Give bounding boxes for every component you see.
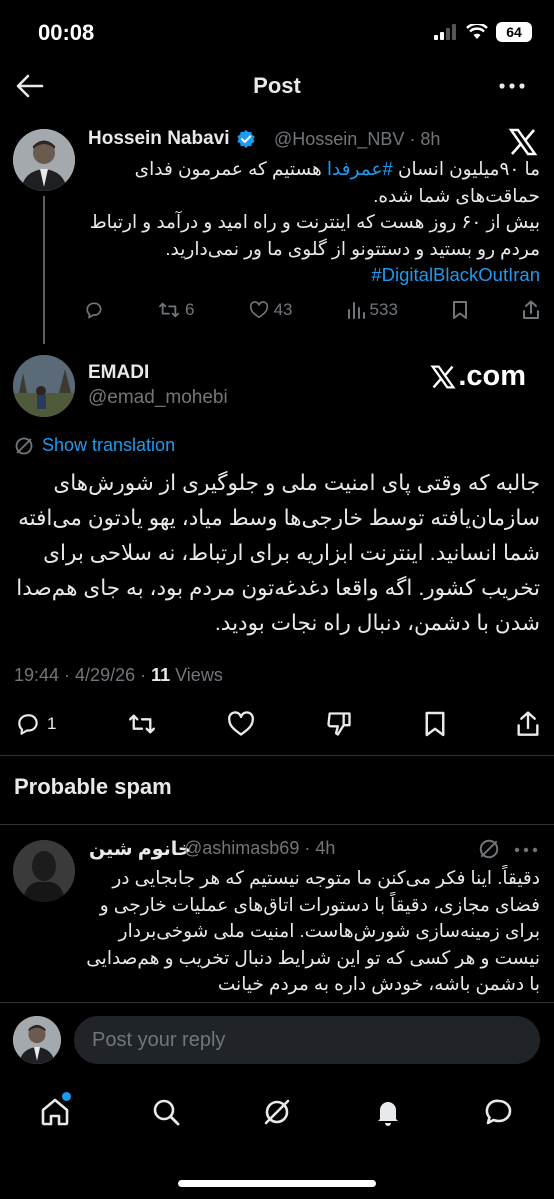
main-like-button[interactable] [227,711,255,737]
main-reply-button[interactable]: 1 [14,711,56,737]
main-tweet-meta: 19:44 · 4/29/26 · 11 Views [14,665,223,686]
parent-view-count: 533 [369,300,398,319]
retweet-icon [159,302,180,318]
main-bookmark-button[interactable] [424,710,446,738]
main-views-label: Views [170,665,223,685]
nav-messages[interactable] [471,1084,527,1140]
main-avatar[interactable] [13,355,75,417]
thread-line [43,196,45,344]
parent-bookmark-button[interactable] [452,300,468,320]
parent-text-line2: بیش از ۶۰ روز هست که اینترنت و راه امید … [89,211,540,259]
person-photo-icon [13,1016,61,1064]
hashtag-link[interactable]: #عمرفدا [327,158,398,179]
spam-reply-text: دقیقاً. اینا فکر می‌کنن ما متوجه نیستیم … [86,867,540,994]
like-icon [249,301,268,319]
main-timestamp[interactable]: 19:44 · 4/29/26 · [14,665,151,685]
main-share-button[interactable] [516,710,540,738]
signal-icon [434,24,456,40]
parent-retweet-button[interactable]: 6 [158,300,195,320]
spam-reply-avatar[interactable] [13,840,75,902]
person-photo-icon [13,129,75,191]
reply-icon [86,302,102,319]
nav-notifications[interactable] [360,1084,416,1140]
xcom-watermark: .com [430,360,526,393]
show-translation-link[interactable]: Show translation [42,435,175,456]
grok-icon [264,1099,290,1125]
page-title: Post [253,73,301,98]
spam-reply-author-handle[interactable]: @ashimasb69 · 4h [184,838,335,859]
main-tweet-text: جالبه که وقتی پای امنیت ملی و جلوگیری از… [16,471,540,635]
more-icon[interactable] [496,72,528,100]
x-logo-icon [430,364,456,389]
bell-icon [377,1102,398,1126]
verified-badge-icon [236,130,255,148]
main-tweet-actions: 1 [14,708,540,740]
xcom-watermark-text: .com [458,360,526,392]
landscape-photo-icon [13,355,75,417]
share-icon [523,300,539,319]
views-icon [347,302,365,319]
main-dislike-button[interactable] [325,710,353,738]
nav-search[interactable] [138,1084,194,1140]
dislike-icon [327,712,352,736]
share-icon [517,711,539,736]
spam-reply-author-name[interactable]: خانوم شین [89,838,192,861]
home-indicator [178,1180,376,1187]
parent-like-button[interactable]: 43 [249,300,293,320]
parent-tweet-text: ما ۹۰میلیون انسان #عمرفدا هستیم که عمرمو… [80,156,540,289]
bottom-nav [0,1084,554,1140]
retweet-icon [128,714,155,734]
translate-icon [15,437,33,454]
parent-share-button[interactable] [522,300,540,320]
parent-views-button[interactable]: 533 [347,300,398,320]
parent-retweet-count: 6 [185,300,195,319]
spam-section-title: Probable spam [14,774,172,799]
main-author-handle[interactable]: @emad_mohebi [88,387,228,409]
x-logo-icon [508,128,538,156]
show-translation-row[interactable]: Show translation [14,435,175,456]
parent-reply-button[interactable] [84,300,104,320]
status-icons: 64 [434,22,532,42]
bookmark-icon [425,711,445,737]
main-author-name[interactable]: EMADI [88,362,149,384]
wifi-icon [466,24,488,39]
main-retweet-button[interactable] [127,711,157,737]
nav-home[interactable] [27,1084,83,1140]
main-reply-count: 1 [47,714,57,733]
parent-author-name-text: Hossein Nabavi [88,128,230,149]
reply-icon [18,714,38,735]
bookmark-icon [452,301,467,319]
status-time: 00:08 [38,20,95,45]
parent-text-line1-pre: ما ۹۰میلیون انسان [397,158,540,179]
like-icon [228,711,255,736]
current-user-avatar [13,1016,61,1064]
more-icon[interactable] [512,840,540,860]
search-icon [153,1099,180,1126]
battery-indicator: 64 [496,22,532,42]
parent-tweet-actions: 6 43 533 [84,299,540,321]
divider [0,755,554,756]
main-view-count: 11 [151,665,171,685]
parent-author-handle[interactable]: @Hossein_NBV · 8h [274,129,440,150]
grok-icon[interactable] [478,838,500,860]
divider [0,824,554,825]
parent-avatar[interactable] [13,129,75,191]
messages-icon [485,1099,511,1125]
nav-grok[interactable] [249,1084,305,1140]
reply-input[interactable] [74,1016,540,1064]
hashtag-link-2[interactable]: #DigitalBlackOutIran [80,262,540,289]
parent-author-name[interactable]: Hossein Nabavi [88,128,256,150]
parent-like-count: 43 [273,300,293,319]
person-photo-icon [13,840,75,902]
